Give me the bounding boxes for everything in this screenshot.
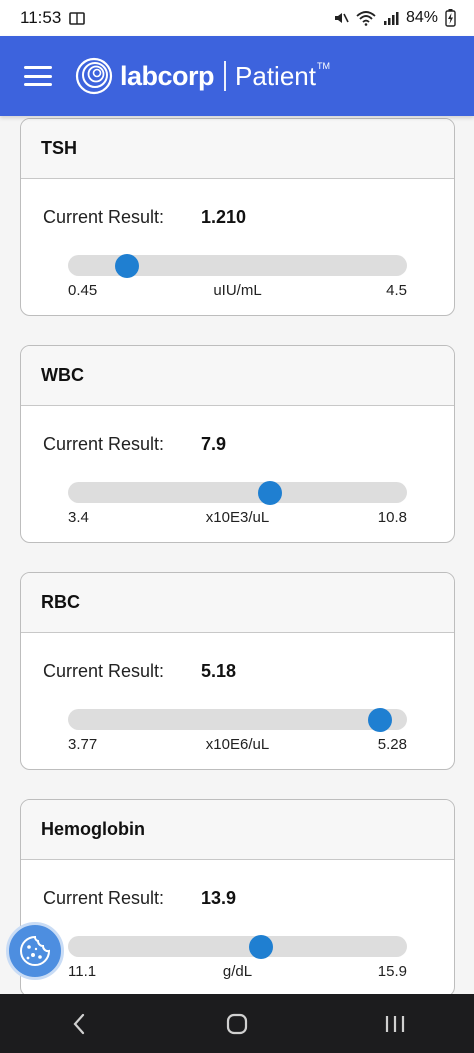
result-indicator[interactable] xyxy=(257,480,282,505)
range-min: 3.4 xyxy=(68,509,89,526)
result-name: TSH xyxy=(21,119,454,179)
range-unit: g/dL xyxy=(222,963,253,980)
result-body: Current Result: 7.9 3.4 x10E3/uL 10.8 xyxy=(21,406,454,542)
range-max: 5.28 xyxy=(377,736,407,753)
cookie-settings-button[interactable] xyxy=(6,922,64,980)
back-button[interactable] xyxy=(49,1004,109,1044)
range-min: 11.1 xyxy=(68,963,97,980)
wifi-icon xyxy=(356,11,376,26)
result-card-hemoglobin: Hemoglobin Current Result: 13.9 11.1 g/d… xyxy=(20,799,455,994)
range-slider-track xyxy=(68,934,407,959)
app-header: labcorp Patient TM xyxy=(0,36,474,116)
current-result-value: 7.9 xyxy=(201,434,227,454)
result-body: Current Result: 5.18 3.77 x10E6/uL 5.28 xyxy=(21,633,454,769)
menu-icon[interactable] xyxy=(24,66,52,86)
range-max: 4.5 xyxy=(386,282,407,299)
brand-name: labcorp xyxy=(120,60,215,91)
range-unit: x10E6/uL xyxy=(205,736,270,753)
battery-icon xyxy=(445,9,456,27)
result-name: RBC xyxy=(21,573,454,633)
recents-button[interactable] xyxy=(365,1004,425,1044)
status-time: 11:53 xyxy=(20,8,62,27)
battery-percent: 84% xyxy=(405,9,438,26)
current-result-label: Current Result: xyxy=(43,207,165,227)
recents-icon xyxy=(385,1015,405,1032)
result-indicator[interactable] xyxy=(115,253,140,278)
current-result-label: Current Result: xyxy=(43,888,165,908)
result-card-wbc: WBC Current Result: 7.9 3.4 x10E3/uL 10.… xyxy=(20,345,455,543)
range-unit: x10E3/uL xyxy=(205,509,270,526)
result-name: Hemoglobin xyxy=(21,800,454,860)
mute-icon xyxy=(334,13,349,23)
status-bar: 11:53 84% xyxy=(0,0,474,36)
results-list: TSH Current Result: 1.210 0.45 uIU/mL 4.… xyxy=(0,116,474,994)
range-max: 10.8 xyxy=(377,509,407,526)
current-result-value: 1.210 xyxy=(201,207,247,227)
range-labels: 11.1 g/dL 15.9 xyxy=(68,963,407,983)
range-min: 3.77 xyxy=(68,736,98,753)
range-max: 15.9 xyxy=(377,963,407,980)
range-labels: 3.77 x10E6/uL 5.28 xyxy=(68,736,407,756)
range-labels: 3.4 x10E3/uL 10.8 xyxy=(68,509,407,529)
home-icon xyxy=(226,1013,248,1034)
current-result-value: 5.18 xyxy=(201,661,237,681)
status-icons: 84% xyxy=(333,9,456,27)
result-body: Current Result: 1.210 0.45 uIU/mL 4.5 xyxy=(21,179,454,315)
signal-icon xyxy=(383,12,399,25)
result-card-tsh: TSH Current Result: 1.210 0.45 uIU/mL 4.… xyxy=(20,118,455,316)
system-nav-bar xyxy=(0,994,474,1053)
current-result-label: Current Result: xyxy=(43,434,165,454)
result-name: WBC xyxy=(21,346,454,406)
status-time-group: 11:53 xyxy=(20,8,86,28)
trademark-mark: TM xyxy=(316,61,330,71)
current-result-label: Current Result: xyxy=(43,661,165,681)
book-notification-icon xyxy=(69,11,86,25)
range-labels: 0.45 uIU/mL 4.5 xyxy=(68,282,407,302)
result-body: Current Result: 13.9 11.1 g/dL 15.9 xyxy=(21,860,454,994)
labcorp-patient-logo: labcorp Patient TM xyxy=(74,56,330,96)
cookie-icon xyxy=(20,935,51,966)
range-slider-track xyxy=(68,253,407,278)
home-button[interactable] xyxy=(207,1004,267,1044)
logo-divider xyxy=(224,61,227,91)
range-slider-track xyxy=(68,707,407,732)
result-card-rbc: RBC Current Result: 5.18 3.77 x10E6/uL 5… xyxy=(20,572,455,770)
range-unit: uIU/mL xyxy=(213,282,262,299)
current-result-value: 13.9 xyxy=(201,888,237,908)
range-slider-track xyxy=(68,480,407,505)
back-icon xyxy=(73,1013,85,1034)
labcorp-logo-mark-icon xyxy=(75,57,113,95)
range-min: 0.45 xyxy=(68,282,98,299)
product-name: Patient xyxy=(235,60,316,91)
result-indicator[interactable] xyxy=(367,707,392,732)
result-indicator[interactable] xyxy=(249,934,274,959)
